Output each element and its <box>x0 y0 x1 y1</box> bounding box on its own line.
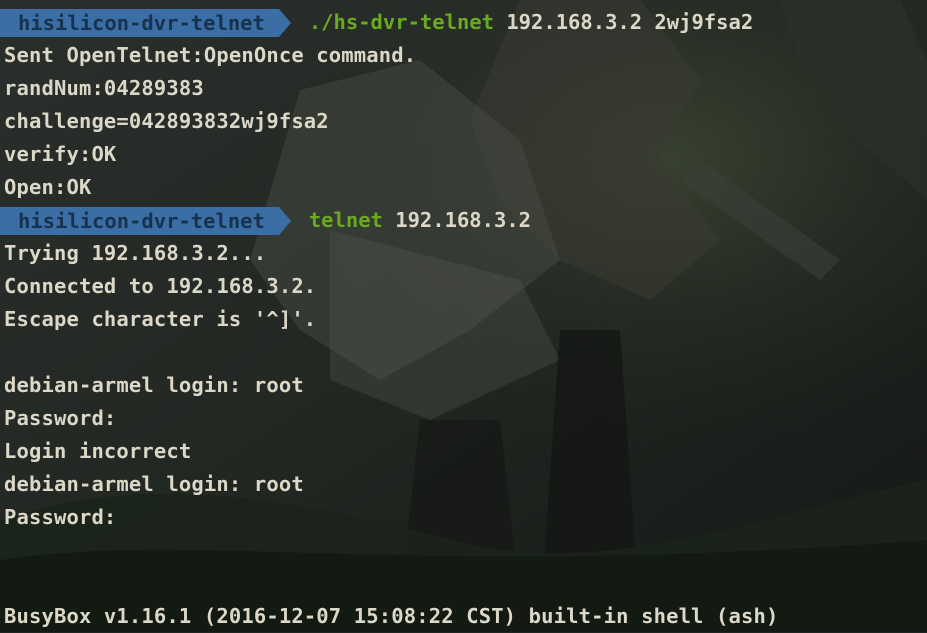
command-name: telnet <box>308 208 383 232</box>
output-line: Password: <box>4 505 117 529</box>
command-args: 192.168.3.2 2wj9fsa2 <box>506 10 754 34</box>
prompt-hostname: hisilicon-dvr-telnet <box>0 206 279 235</box>
output-line: debian-armel login: root <box>4 373 304 397</box>
output-line: Open:OK <box>4 175 92 199</box>
command-name: ./hs-dvr-telnet <box>308 10 494 34</box>
output-line: randNum:04289383 <box>4 76 204 100</box>
busybox-banner: BusyBox v1.16.1 (2016-12-07 15:08:22 CST… <box>4 604 779 628</box>
output-line: Escape character is '^]'. <box>4 307 317 331</box>
command-args: 192.168.3.2 <box>395 208 532 232</box>
shell-prompt: hisilicon-dvr-telnet ./hs-dvr-telnet 192… <box>0 6 753 39</box>
command-line: telnet 192.168.3.2 <box>309 204 531 237</box>
output-line: verify:OK <box>4 142 117 166</box>
shell-prompt: hisilicon-dvr-telnet telnet 192.168.3.2 <box>0 204 531 237</box>
prompt-hostname: hisilicon-dvr-telnet <box>0 8 279 37</box>
output-line: Login incorrect <box>4 439 192 463</box>
prompt-arrow-icon <box>278 8 291 37</box>
output-line: Password: <box>4 406 117 430</box>
command-line: ./hs-dvr-telnet 192.168.3.2 2wj9fsa2 <box>309 6 753 39</box>
prompt-arrow-icon <box>278 206 291 235</box>
terminal-window[interactable]: hisilicon-dvr-telnet ./hs-dvr-telnet 192… <box>0 6 927 632</box>
output-line: Sent OpenTelnet:OpenOnce command. <box>4 43 417 67</box>
output-line: challenge=042893832wj9fsa2 <box>4 109 329 133</box>
output-line: debian-armel login: root <box>4 472 304 496</box>
output-line: Connected to 192.168.3.2. <box>4 274 317 298</box>
output-line: Trying 192.168.3.2... <box>4 241 267 265</box>
